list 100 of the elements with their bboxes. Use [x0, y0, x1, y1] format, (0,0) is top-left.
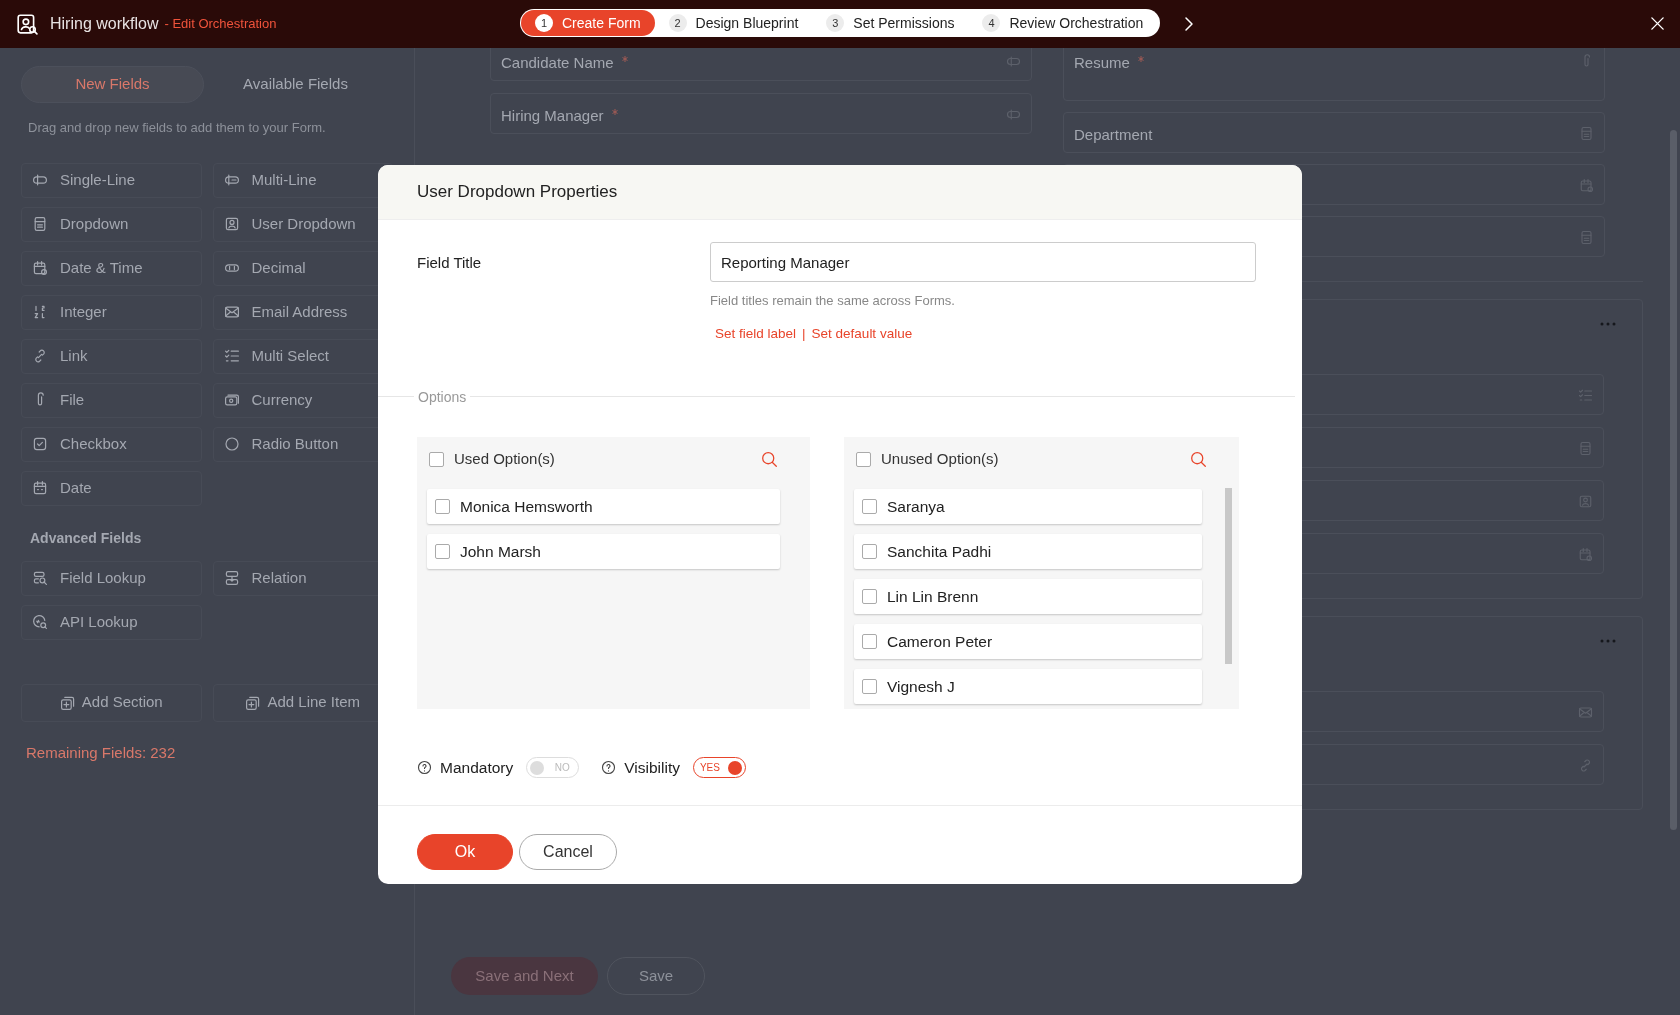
text-area-icon: [223, 172, 240, 188]
field-type-label: API Lookup: [60, 611, 138, 632]
close-icon[interactable]: [1650, 16, 1665, 31]
list-icon: [1579, 126, 1594, 141]
circle-icon: [223, 436, 240, 452]
option-item[interactable]: Lin Lin Brenn: [854, 578, 1202, 614]
checkbox[interactable]: [435, 543, 450, 559]
checklist-icon: [223, 348, 240, 364]
text-field-icon: [1006, 54, 1021, 69]
checkbox[interactable]: [429, 451, 444, 467]
add-button[interactable]: Add Section: [21, 683, 202, 722]
dialog-title: User Dropdown Properties: [417, 181, 618, 204]
panel-tab[interactable]: Available Fields: [204, 66, 387, 103]
option-label: Saranya: [887, 496, 945, 517]
checkbox-icon: [32, 436, 48, 452]
link-separator: |: [802, 324, 806, 343]
checkbox[interactable]: [862, 678, 877, 694]
scrollbar[interactable]: [1670, 130, 1677, 830]
app-title: Hiring workflow: [50, 14, 159, 34]
checkbox[interactable]: [862, 633, 877, 649]
scrollbar[interactable]: [1225, 487, 1232, 664]
field-label: Field Title: [417, 253, 483, 273]
search-icon[interactable]: [1190, 450, 1207, 468]
option-label: Lin Lin Brenn: [887, 586, 979, 607]
option-item[interactable]: Vignesh J: [854, 668, 1202, 704]
chevron-right-icon[interactable]: [1182, 15, 1196, 33]
set-label-link[interactable]: Set field label: [715, 323, 797, 344]
save-next-button[interactable]: Save and Next: [451, 957, 598, 995]
field-type-label: Relation: [251, 567, 307, 588]
calendar-clock-icon: [1578, 547, 1593, 562]
toggle-label: Mandatory: [440, 758, 514, 779]
field-type-item[interactable]: File: [21, 382, 202, 418]
field-type-item[interactable]: API Lookup: [21, 604, 202, 640]
field-label: Candidate Name: [501, 53, 614, 73]
help-icon[interactable]: [601, 760, 617, 776]
edit-orchestration-link[interactable]: - Edit Orchestration: [164, 14, 277, 34]
more-icon[interactable]: [1600, 639, 1616, 643]
panel-tab[interactable]: New Fields: [21, 66, 204, 103]
hint-text: Drag and drop new fields to add them to your Form.: [27, 119, 326, 137]
help-icon[interactable]: [417, 760, 432, 776]
option-item[interactable]: Monica Hemsworth: [427, 488, 780, 524]
option-label: John Marsh: [460, 541, 541, 562]
field-type-label: Checkbox: [60, 433, 127, 454]
text-field-icon: [1006, 107, 1021, 122]
list-icon: [32, 216, 48, 232]
form-field-card[interactable]: Candidate Name: [490, 48, 1032, 81]
checkbox[interactable]: [856, 451, 871, 467]
field-label: Department: [1074, 125, 1153, 145]
field-type-item[interactable]: Field Lookup: [21, 560, 202, 596]
field-label: Hiring Manager: [501, 106, 604, 126]
checkbox[interactable]: [435, 498, 450, 514]
field-type-label: Field Lookup: [60, 567, 146, 588]
field-type-item[interactable]: Dropdown: [21, 206, 202, 242]
list-icon: [1579, 230, 1594, 245]
relation-icon: [223, 570, 240, 586]
option-item[interactable]: Saranya: [854, 488, 1202, 524]
numbers-icon: [32, 304, 48, 320]
checkbox[interactable]: [862, 588, 877, 604]
text-field-icon: [32, 172, 48, 188]
field-type-label: Dropdown: [60, 213, 129, 234]
panel-title: Unused Option(s): [881, 449, 1000, 469]
step-tab[interactable]: 1 Create Form: [521, 10, 655, 36]
field-type-item[interactable]: Checkbox: [21, 426, 202, 462]
default-value-link[interactable]: Set default value: [811, 323, 913, 344]
form-field-card[interactable]: Resume: [1063, 48, 1605, 101]
option-label: Vignesh J: [887, 676, 955, 697]
field-type-item[interactable]: Date & Time: [21, 250, 202, 286]
lookup-icon: [32, 570, 48, 586]
field-title-input[interactable]: Reporting Manager: [710, 242, 1256, 282]
field-type-label: File: [60, 389, 85, 410]
field-type-item[interactable]: Date: [21, 470, 202, 506]
field-type-item[interactable]: Integer: [21, 294, 202, 330]
list-icon: [1578, 441, 1593, 456]
field-type-label: Integer: [60, 301, 107, 322]
field-label: Resume: [1074, 53, 1130, 73]
user-card-icon: [1578, 494, 1593, 509]
add-stack-icon: [59, 694, 76, 711]
form-field-card[interactable]: Hiring Manager: [490, 93, 1032, 134]
field-type-item[interactable]: Single-Line: [21, 162, 202, 198]
calendar-icon: [32, 480, 48, 496]
field-type-label: Link: [60, 345, 88, 366]
field-type-label: Email Address: [251, 301, 348, 322]
field-type-label: Date & Time: [60, 257, 143, 278]
option-label: Sanchita Padhi: [887, 541, 992, 562]
cancel-button[interactable]: Cancel: [519, 833, 617, 870]
envelope-icon: [1578, 705, 1593, 720]
checkbox[interactable]: [862, 498, 877, 514]
search-icon[interactable]: [761, 450, 778, 468]
option-label: Cameron Peter: [887, 631, 993, 652]
checkbox[interactable]: [862, 543, 877, 559]
option-item[interactable]: John Marsh: [427, 533, 780, 569]
field-type-label: Multi-Line: [251, 169, 317, 190]
ok-button[interactable]: Ok: [417, 833, 513, 870]
option-item[interactable]: Sanchita Padhi: [854, 533, 1202, 569]
more-icon[interactable]: [1600, 322, 1616, 326]
form-field-card[interactable]: Department: [1063, 112, 1605, 153]
toggle-label: Visibility: [624, 758, 680, 779]
help-text: Field titles remain the same across Forms.: [710, 292, 956, 310]
field-type-item[interactable]: Link: [21, 338, 202, 374]
option-item[interactable]: Cameron Peter: [854, 623, 1202, 659]
